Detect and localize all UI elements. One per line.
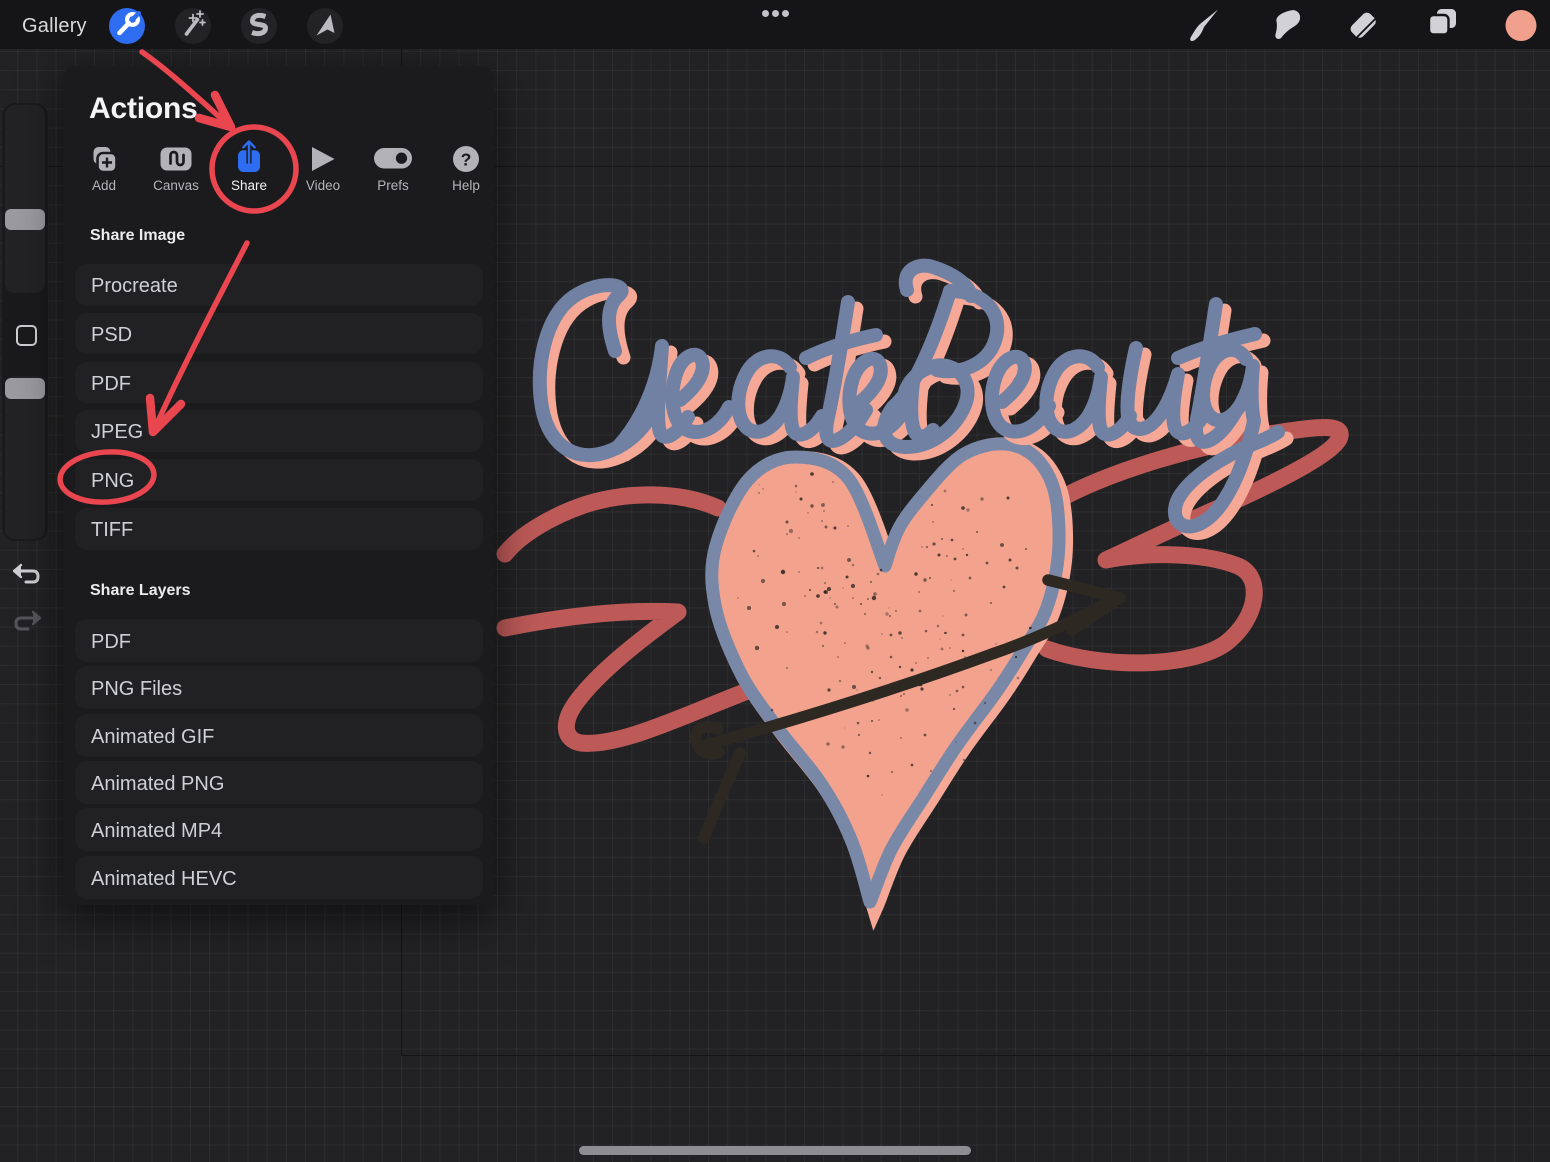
svg-text:?: ? bbox=[461, 150, 472, 170]
